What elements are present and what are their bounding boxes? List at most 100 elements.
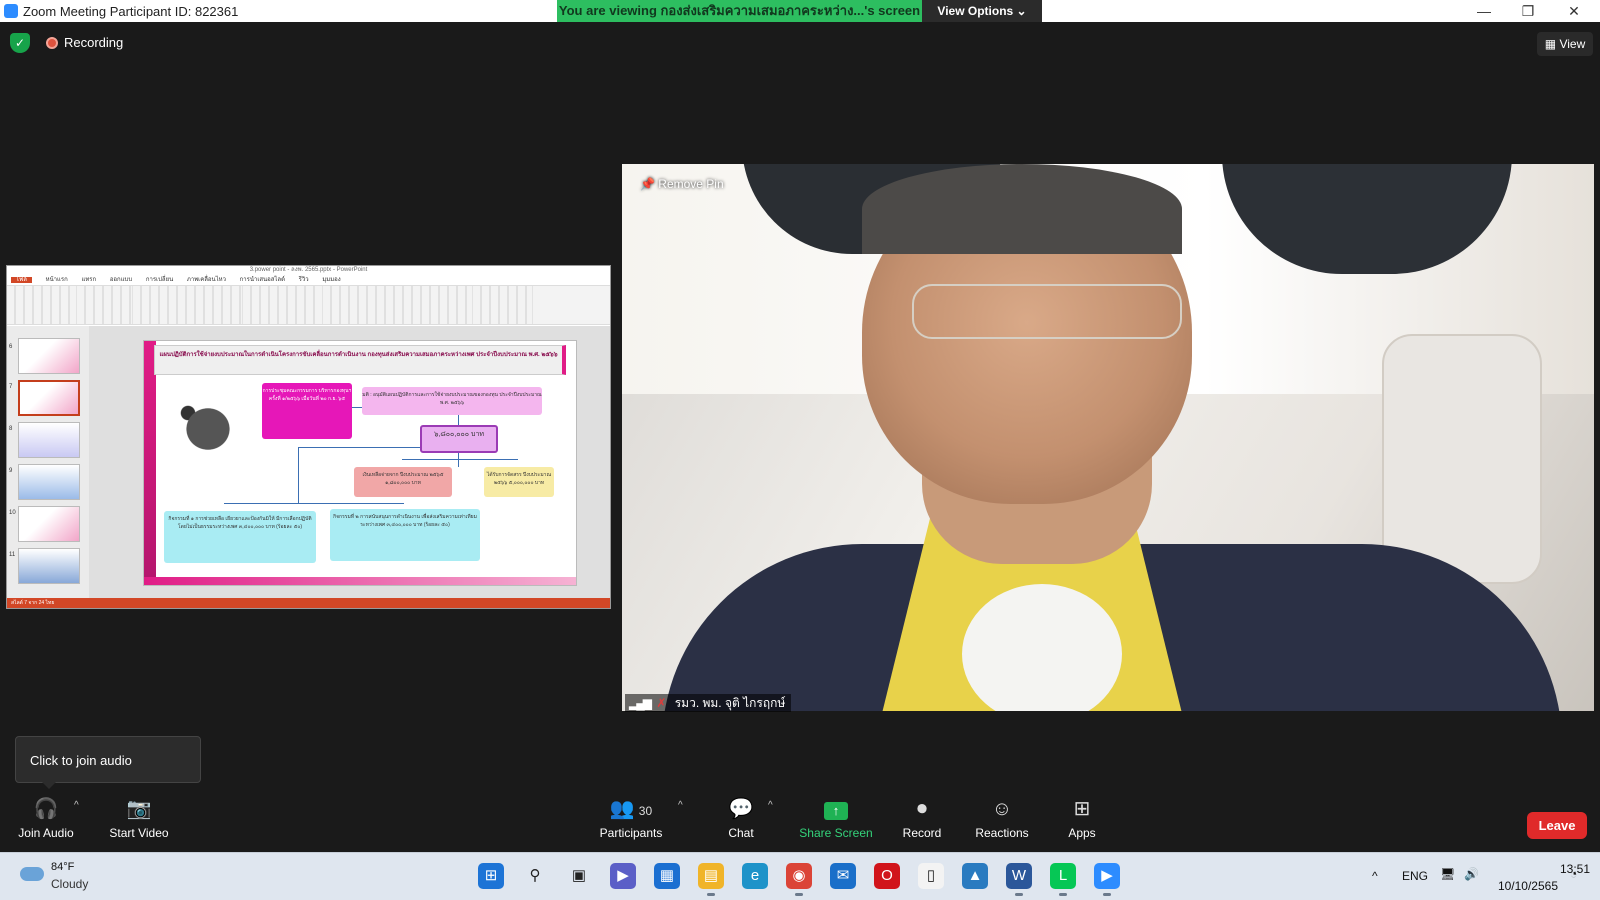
record-button[interactable]: ⏺ Record xyxy=(898,796,946,840)
join-audio-label: Join Audio xyxy=(18,826,74,840)
shared-screen: 3.power point - ลงพ. 2565.pptx - PowerPo… xyxy=(6,265,611,609)
ppt-window-title: 3.power point - ลงพ. 2565.pptx - PowerPo… xyxy=(7,266,610,275)
taskbar-word-icon[interactable]: W xyxy=(1006,863,1032,896)
slide-thumbnail xyxy=(18,548,80,584)
taskbar-search-icon[interactable]: ⚲ xyxy=(522,863,548,889)
ribbon-group xyxy=(323,286,473,324)
reactions-button[interactable]: ☺ Reactions xyxy=(972,796,1032,840)
slide-box-meeting: การประชุมคณะกรรมการ บริหารกองทุนฯ ครั้งท… xyxy=(262,383,352,439)
view-layout-button[interactable]: ▦ View xyxy=(1537,32,1593,56)
slide-thumbnail xyxy=(18,506,80,542)
taskbar-zoom-icon[interactable]: ▶ xyxy=(1094,863,1120,896)
ribbon-group xyxy=(243,286,323,324)
zoom-app-icon xyxy=(4,4,18,18)
apps-button[interactable]: ⊞ Apps xyxy=(1060,796,1104,840)
volume-icon[interactable]: 🔊 xyxy=(1464,867,1479,881)
thumb-number: 9 xyxy=(9,468,13,474)
meeting-toolbar: 🎧 Join Audio ^ 📷 Start Video 👥 30 Partici… xyxy=(0,796,1600,852)
cloudy-weather-icon[interactable] xyxy=(20,867,44,881)
tray-overflow-chevron-icon[interactable]: ^ xyxy=(1372,869,1378,883)
taskbar-photos-icon[interactable]: ▲ xyxy=(962,863,988,889)
leave-button[interactable]: Leave xyxy=(1527,812,1587,839)
clock-date[interactable]: 10/10/2565 xyxy=(1496,879,1558,893)
thumb-number: 8 xyxy=(9,426,13,432)
restore-button[interactable]: ❐ xyxy=(1508,1,1548,21)
ppt-ribbon xyxy=(7,285,610,325)
weather-description[interactable]: Cloudy xyxy=(51,877,88,891)
connector-line xyxy=(298,447,299,503)
thumb-number: 6 xyxy=(9,344,13,350)
chat-button[interactable]: 💬 Chat xyxy=(716,796,766,840)
ppt-tab: ภาพเคลื่อนไหว xyxy=(186,277,226,283)
ppt-tab: แทรก xyxy=(81,277,97,283)
apps-label: Apps xyxy=(1068,826,1096,840)
apps-icon: ⊞ xyxy=(1073,798,1091,820)
thumb-number: 10 xyxy=(9,510,16,516)
participant-glasses xyxy=(912,284,1182,339)
close-button[interactable]: ✕ xyxy=(1554,1,1594,21)
windows-taskbar: 84°F Cloudy ⊞ ⚲ ▣ ▶ ▦ ▤ e ◉ ✉ O ▯ ▲ W L ▶ ^ ENG 🖥 🔊 13… xyxy=(0,852,1600,900)
ribbon-group xyxy=(133,286,243,324)
video-background-chair xyxy=(1382,334,1542,584)
connector-line xyxy=(352,407,362,408)
ppt-tab: รีวิว xyxy=(298,277,309,283)
notification-icon[interactable]: ◔ xyxy=(1570,867,1577,881)
input-language-indicator[interactable]: ENG xyxy=(1402,869,1428,883)
signal-strength-icon: ▂▄▆ xyxy=(629,696,652,710)
join-audio-button[interactable]: 🎧 Join Audio xyxy=(14,796,78,840)
taskbar-start-icon[interactable]: ⊞ xyxy=(478,863,504,889)
remove-pin-button[interactable]: 📌 Remove Pin xyxy=(640,177,724,191)
video-off-icon: 📷 xyxy=(126,798,152,820)
record-icon: ⏺ xyxy=(917,798,927,820)
network-icon[interactable]: 🖥 xyxy=(1440,867,1455,881)
taskbar-task-view-icon[interactable]: ▣ xyxy=(566,863,592,889)
slide-thumbnail xyxy=(18,338,80,374)
slide-box-allocation: ได้รับการจัดสรร ปีงบประมาณ ๒๕๖๖ ๕,๐๐๐,๐๐… xyxy=(484,467,554,497)
participant-video[interactable] xyxy=(622,164,1594,711)
taskbar-file-explorer-icon[interactable]: ▤ xyxy=(698,863,724,896)
taskbar-edge-icon[interactable]: e xyxy=(742,863,768,889)
participant-hair xyxy=(862,164,1182,254)
taskbar-chrome-icon[interactable]: ◉ xyxy=(786,863,812,896)
start-video-button[interactable]: 📷 Start Video xyxy=(104,796,174,840)
chat-caret-icon[interactable]: ^ xyxy=(768,800,773,811)
headphones-icon: 🎧 xyxy=(33,798,59,820)
participants-button[interactable]: 👥 30 Participants xyxy=(596,796,666,840)
ppt-tab: การเปลี่ยน xyxy=(145,277,174,283)
ppt-tab: ออกแบบ xyxy=(109,277,133,283)
recording-label: Recording xyxy=(64,35,124,50)
slide-thumbnail xyxy=(18,464,80,500)
slide-thumbnail xyxy=(18,422,80,458)
slide-decoration xyxy=(144,577,576,585)
view-options-button[interactable]: View Options ⌄ xyxy=(922,0,1042,22)
recording-icon xyxy=(46,37,58,49)
muted-mic-icon: ✗ xyxy=(656,696,667,710)
taskbar-line-icon[interactable]: L xyxy=(1050,863,1076,896)
taskbar-opera-icon[interactable]: O xyxy=(874,863,900,889)
ribbon-group xyxy=(77,286,133,324)
audio-options-caret-icon[interactable]: ^ xyxy=(74,800,79,811)
ppt-tab: ไฟล์ xyxy=(11,277,32,283)
participants-icon: 👥 xyxy=(609,798,635,820)
participants-caret-icon[interactable]: ^ xyxy=(678,800,683,811)
connector-line xyxy=(402,459,518,460)
connector-line xyxy=(458,453,459,467)
taskbar-store-icon[interactable]: ▦ xyxy=(654,863,680,889)
weather-temperature[interactable]: 84°F xyxy=(51,861,74,873)
minimize-button[interactable]: — xyxy=(1464,1,1504,21)
slide-decoration xyxy=(144,341,156,585)
reactions-label: Reactions xyxy=(975,826,1029,840)
taskbar-mail-icon[interactable]: ✉ xyxy=(830,863,856,889)
meeting-illustration xyxy=(158,381,258,461)
taskbar-notepad-icon[interactable]: ▯ xyxy=(918,863,944,889)
slide-box-resolution: มติ : อนุมัติแผนปฏิบัติการและการใช้จ่ายง… xyxy=(362,387,542,415)
clock-time[interactable]: 13:51 xyxy=(1518,862,1590,876)
thumb-number: 7 xyxy=(9,384,13,390)
share-screen-button[interactable]: ↑ Share Screen xyxy=(796,796,876,840)
slide-thumbnails: 6 7 8 9 10 11 xyxy=(7,326,89,600)
taskbar-teams-icon[interactable]: ▶ xyxy=(610,863,636,889)
connector-line xyxy=(298,447,420,448)
encryption-shield-icon[interactable]: ✓ xyxy=(10,33,30,53)
meeting-top-bar xyxy=(0,22,1600,62)
join-audio-tooltip: Click to join audio xyxy=(15,736,201,789)
